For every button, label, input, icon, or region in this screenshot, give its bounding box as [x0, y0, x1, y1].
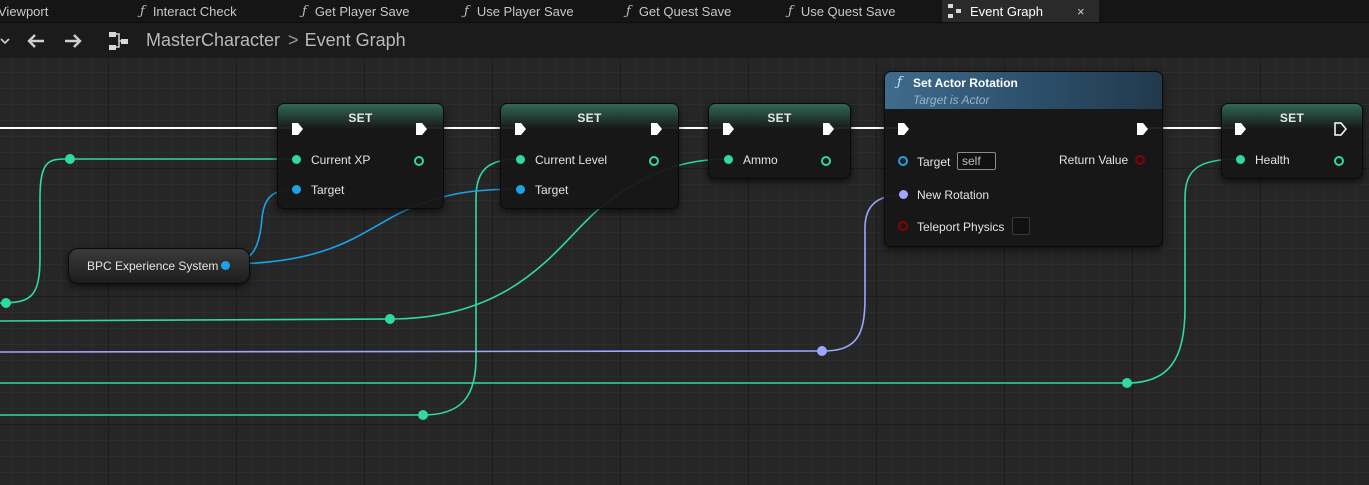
pin-label-current-level: Current Level [535, 153, 608, 167]
function-icon: ƒ [626, 3, 631, 19]
set-node-health[interactable]: SET Health [1221, 103, 1363, 179]
chevron-down-icon[interactable] [0, 23, 14, 58]
back-arrow-icon[interactable] [26, 23, 48, 58]
new-rotation-pin[interactable] [899, 190, 908, 199]
graph-canvas[interactable]: BPC Experience System SET Current XP Tar… [0, 58, 1369, 485]
target-pin[interactable] [292, 185, 301, 194]
close-icon[interactable]: × [1077, 4, 1085, 19]
teleport-physics-pin[interactable] [898, 221, 908, 231]
tab-use-quest-save[interactable]: ƒ Use Quest Save [788, 0, 895, 22]
reroute-knot[interactable] [418, 410, 428, 420]
value-in-pin[interactable] [292, 155, 301, 164]
teleport-physics-checkbox[interactable] [1012, 217, 1030, 235]
breadcrumb-item-mastercharacter[interactable]: MasterCharacter [146, 30, 280, 51]
node-title: SET [767, 111, 792, 125]
value-in-pin[interactable] [1236, 155, 1245, 164]
function-node-set-actor-rotation[interactable]: ƒ Set Actor Rotation Target is Actor Tar… [884, 71, 1163, 247]
variable-label: BPC Experience System [87, 259, 219, 273]
pin-label-current-xp: Current XP [311, 153, 371, 167]
tab-label: Get Player Save [314, 3, 410, 19]
exec-out-pin[interactable] [1334, 122, 1347, 136]
value-out-pin[interactable] [821, 156, 831, 166]
toolbar: MasterCharacter > Event Graph [0, 23, 1369, 58]
set-node-current-level[interactable]: SET Current Level Target [500, 103, 679, 209]
tab-label: Viewport [0, 3, 49, 19]
tab-label: Event Graph [970, 3, 1043, 19]
node-title: SET [348, 111, 373, 125]
reroute-knot[interactable] [385, 314, 395, 324]
function-icon: ƒ [302, 3, 307, 19]
reroute-knot[interactable] [65, 154, 75, 164]
function-icon: ƒ [140, 3, 145, 19]
set-node-ammo[interactable]: SET Ammo [708, 103, 851, 179]
reroute-knot[interactable] [817, 346, 827, 356]
tab-label: Use Quest Save [800, 3, 896, 19]
set-node-current-xp[interactable]: SET Current XP Target [277, 103, 444, 209]
breadcrumb-item-event-graph: Event Graph [304, 30, 406, 50]
value-out-pin[interactable] [649, 156, 659, 166]
tab-label: Use Player Save [476, 3, 574, 19]
node-title: Set Actor Rotation [913, 76, 1018, 90]
target-pin[interactable] [516, 185, 525, 194]
pin-label-target: Target [535, 183, 569, 197]
pin-label-health: Health [1255, 153, 1290, 167]
tab-label: Get Quest Save [638, 3, 732, 19]
pin-label-ammo: Ammo [743, 153, 778, 167]
output-pin[interactable] [221, 261, 230, 270]
tab-get-player-save[interactable]: ƒ Get Player Save [302, 0, 409, 22]
function-icon: ƒ [788, 3, 793, 19]
pin-label-target: Target [311, 183, 345, 197]
tab-bar: Viewport ƒ Interact Check ƒ Get Player S… [0, 0, 1369, 23]
pin-label-target: Target [917, 155, 951, 169]
tab-interact-check[interactable]: ƒ Interact Check [140, 0, 237, 22]
breadcrumb: MasterCharacter > Event Graph [146, 23, 406, 58]
tab-event-graph[interactable]: Event Graph × [942, 0, 1099, 22]
target-default-field[interactable]: self [957, 152, 996, 170]
tab-viewport[interactable]: Viewport [0, 0, 48, 22]
function-icon: ƒ [897, 75, 902, 90]
pin-label-new-rotation: New Rotation [917, 188, 990, 202]
node-title: SET [577, 111, 602, 125]
pin-label-teleport-physics: Teleport Physics [917, 220, 1005, 234]
pin-label-return-value: Return Value [1059, 153, 1129, 167]
return-value-pin[interactable] [1135, 155, 1145, 165]
graph-icon [108, 23, 132, 58]
value-in-pin[interactable] [724, 155, 733, 164]
exec-in-pin[interactable] [898, 123, 909, 135]
tab-label: Interact Check [152, 3, 237, 19]
tab-get-quest-save[interactable]: ƒ Get Quest Save [626, 0, 731, 22]
reroute-knot[interactable] [1, 298, 11, 308]
tab-use-player-save[interactable]: ƒ Use Player Save [464, 0, 574, 22]
variable-node-bpc-experience-system[interactable]: BPC Experience System [68, 248, 250, 284]
value-out-pin[interactable] [1334, 156, 1344, 166]
graph-icon [948, 4, 962, 18]
reroute-knot[interactable] [1122, 378, 1132, 388]
forward-arrow-icon[interactable] [63, 23, 85, 58]
target-pin[interactable] [898, 156, 908, 166]
function-icon: ƒ [464, 3, 469, 19]
breadcrumb-separator: > [288, 30, 299, 50]
exec-out-pin[interactable] [1137, 123, 1148, 135]
node-subtitle: Target is Actor [913, 93, 990, 107]
value-out-pin[interactable] [414, 156, 424, 166]
value-in-pin[interactable] [516, 155, 525, 164]
